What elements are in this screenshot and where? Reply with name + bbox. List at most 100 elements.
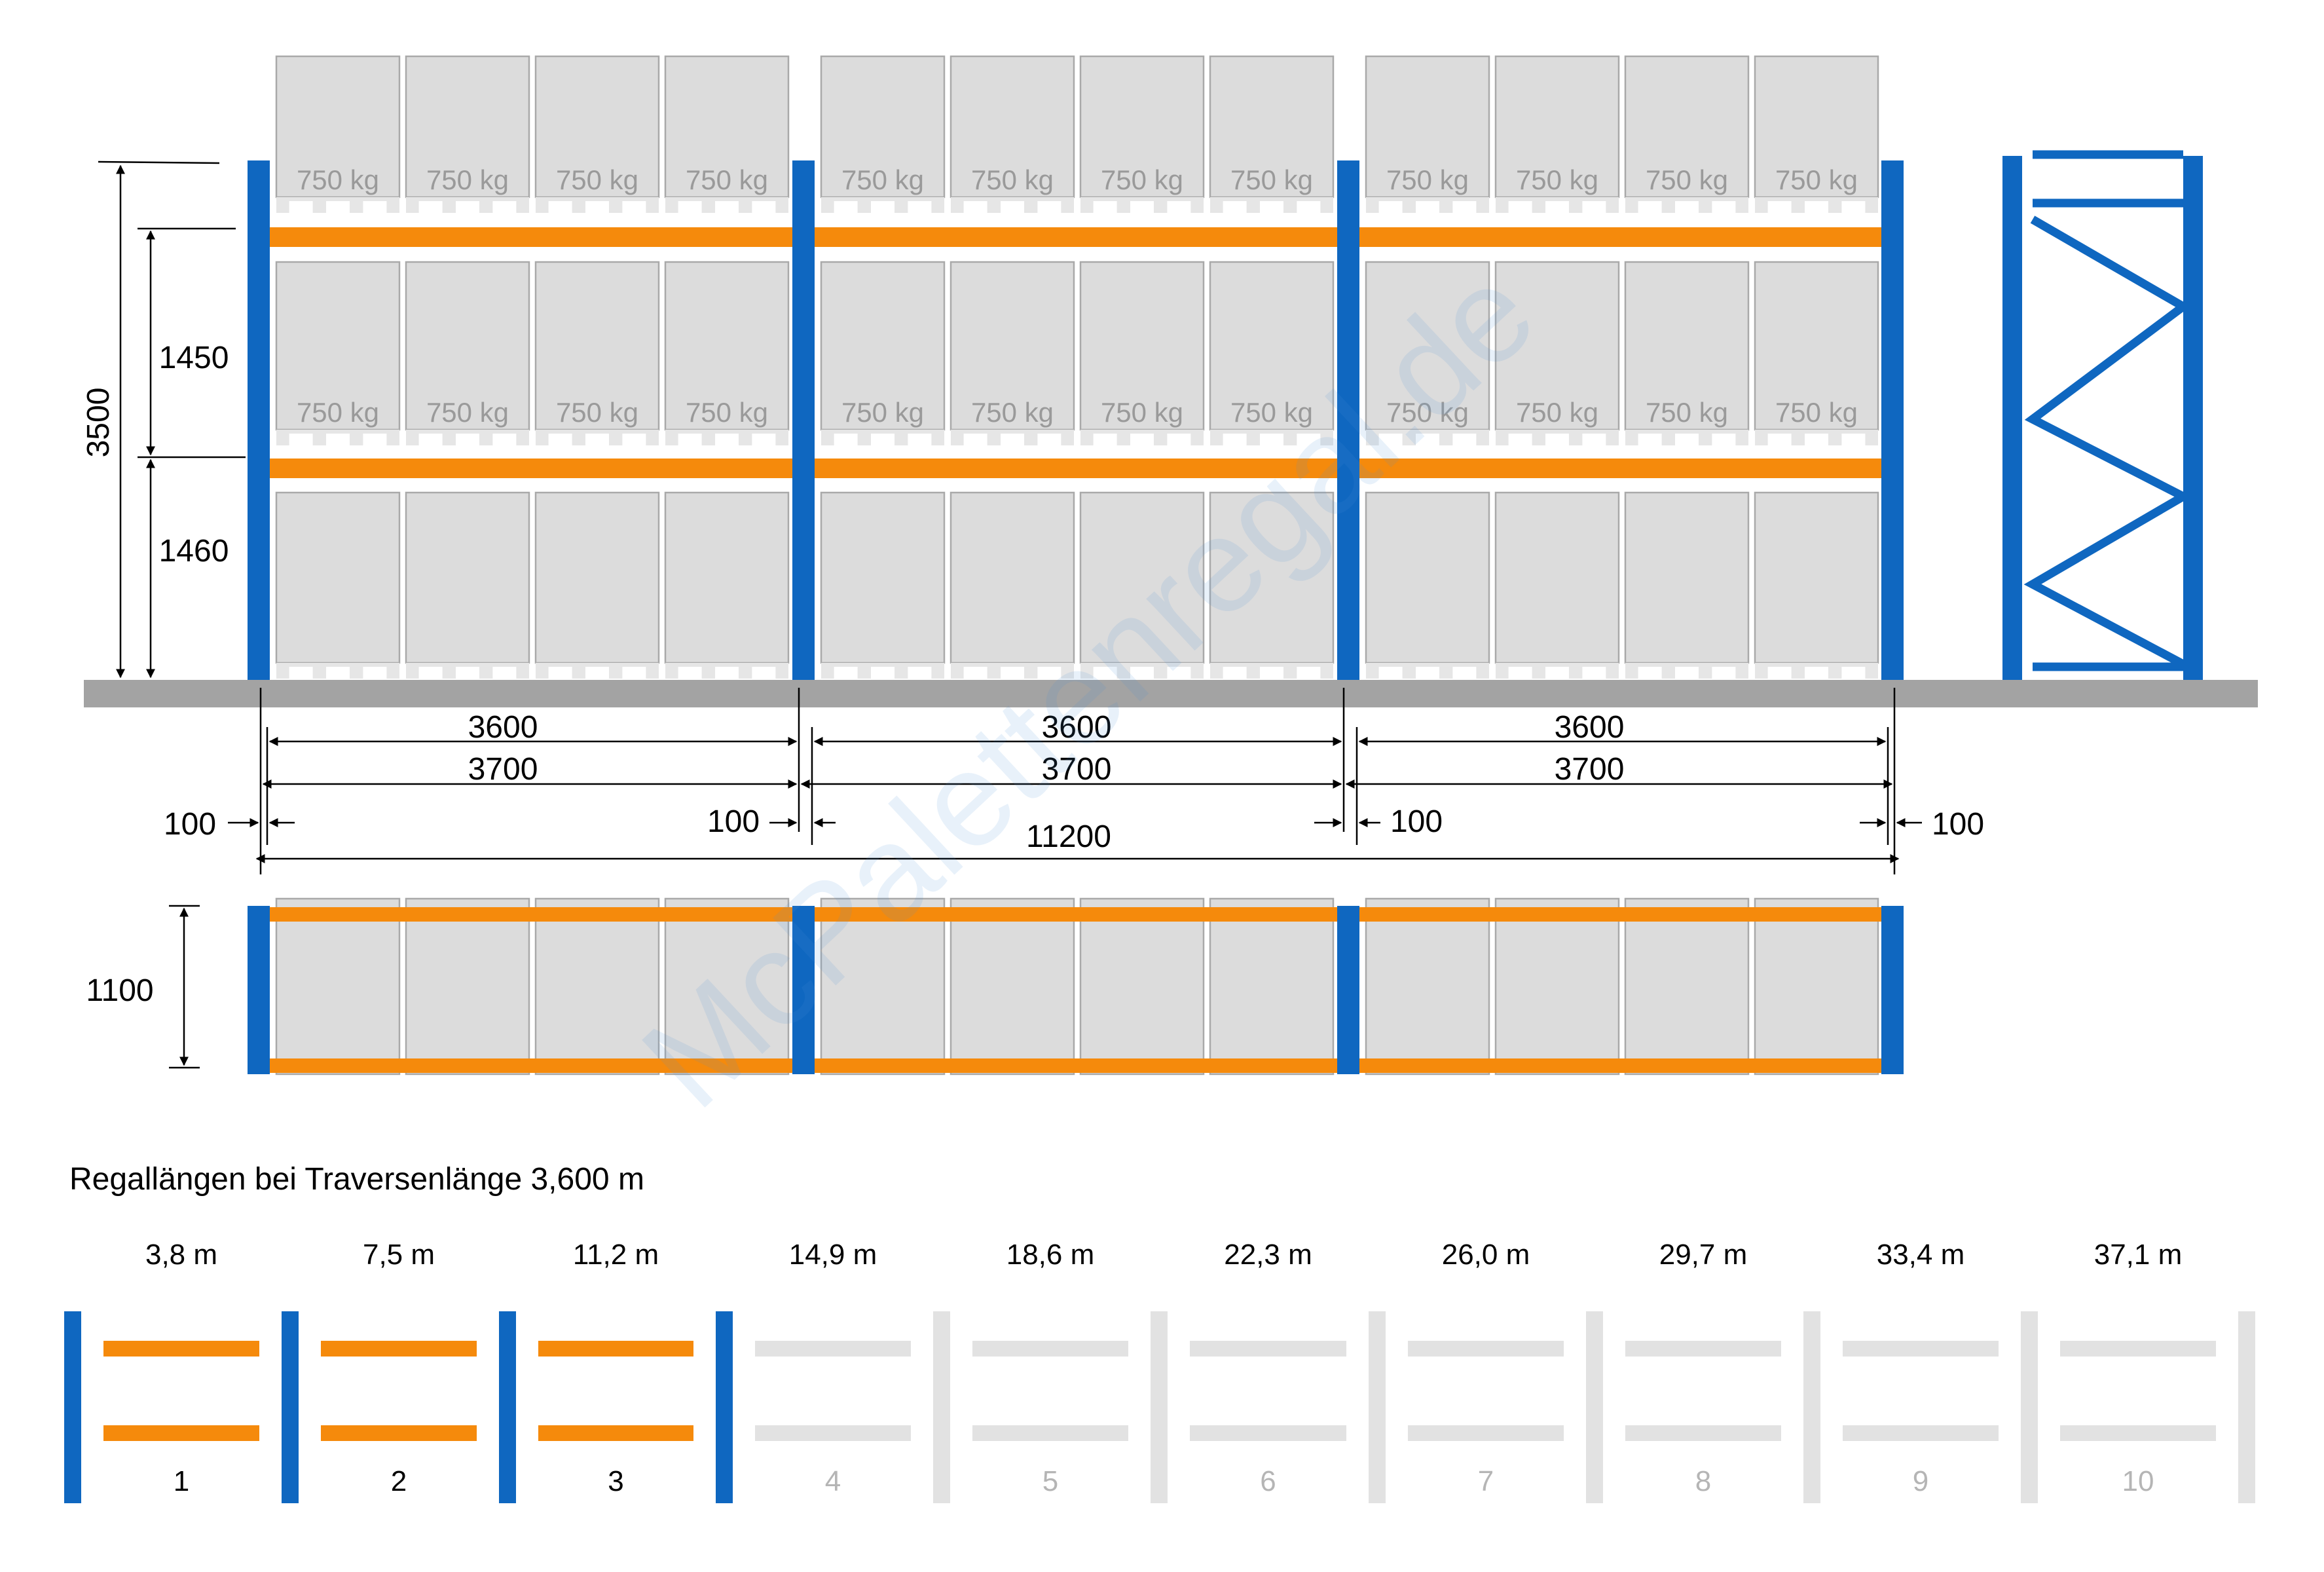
pallet-gap	[1130, 201, 1154, 213]
upright	[1881, 160, 1904, 680]
side-frame	[2023, 150, 2192, 671]
pallet-gap	[1508, 201, 1532, 213]
dim-beam-length-1: 3600	[468, 710, 538, 745]
pallet-gap	[715, 434, 739, 445]
pallet-box	[275, 491, 401, 664]
pallet-gap	[1297, 201, 1321, 213]
length-number: 3	[608, 1465, 623, 1497]
length-beam-bottom	[2060, 1425, 2216, 1441]
pallet-gap	[1001, 201, 1024, 213]
length-beam-bottom	[755, 1425, 911, 1441]
rack-top-view	[248, 897, 1904, 1076]
upright	[248, 160, 270, 680]
pallet-gap	[1037, 434, 1061, 445]
load-label: 750 kg	[1101, 397, 1183, 428]
pallet-box	[820, 491, 946, 664]
length-upright	[499, 1311, 516, 1503]
pallet-gap	[1582, 667, 1606, 679]
length-label: 7,5 m	[363, 1239, 435, 1271]
beam-lower	[270, 458, 796, 478]
load-label: 750 kg	[556, 164, 638, 195]
pallet-gap	[963, 667, 987, 679]
plan-upright	[248, 906, 270, 1074]
load-label: 750 kg	[556, 397, 638, 428]
load-label: 750 kg	[686, 397, 768, 428]
length-beam-top	[1625, 1341, 1781, 1357]
dim-depth: 1100	[86, 973, 153, 1008]
pallet-gap	[418, 201, 443, 213]
plan-upright	[1881, 906, 1904, 1074]
pallet-gap	[1452, 667, 1477, 679]
length-beam-top	[103, 1341, 259, 1357]
dim-level-lower: 1460	[159, 534, 229, 569]
plan-pallet	[1624, 897, 1750, 1076]
pallet-gap	[1223, 667, 1247, 679]
pallet-gap	[1767, 434, 1792, 445]
pallet-box	[664, 491, 790, 664]
pallet-gap	[1416, 667, 1439, 679]
dim-upright-width-1: 100	[164, 807, 216, 842]
length-beam-top	[755, 1341, 911, 1357]
length-upright	[716, 1311, 733, 1503]
pallet-gap	[1130, 434, 1154, 445]
pallet-gap	[585, 667, 609, 679]
pallet-gap	[326, 667, 350, 679]
pallet-gap	[908, 667, 932, 679]
pallet-gap	[678, 201, 702, 213]
pallets-group: 750 kg 750 kg 750 kg 750 kg 750 kg 750 kg 750 …	[275, 55, 1879, 679]
dim-bay-pitch-3: 3700	[1555, 752, 1625, 787]
beam-upper	[1359, 227, 1886, 247]
pallet-gap	[326, 434, 350, 445]
pallet-gap	[1841, 667, 1866, 679]
length-number: 5	[1042, 1465, 1058, 1497]
pallet-gap	[1805, 201, 1828, 213]
load-label: 750 kg	[841, 397, 924, 428]
pallet-box	[1365, 491, 1490, 664]
dim-upright-width-3: 100	[1390, 804, 1443, 839]
length-label: 14,9 m	[789, 1239, 877, 1271]
load-label: 750 kg	[426, 164, 509, 195]
pallet-gap	[1582, 201, 1606, 213]
depth-dimension	[169, 905, 200, 1069]
plan-pallet	[405, 897, 530, 1076]
dim-height-total: 3500	[81, 388, 116, 458]
load-label: 750 kg	[1101, 164, 1183, 195]
load-label: 750 kg	[841, 164, 924, 195]
plan-beam-front	[1359, 907, 1886, 922]
pallet-gap	[908, 201, 932, 213]
length-beam-top	[1843, 1341, 1999, 1357]
length-beam-bottom	[321, 1425, 477, 1441]
pallet-gap	[548, 434, 572, 445]
pallet-gap	[715, 201, 739, 213]
pallet-box	[1494, 491, 1620, 664]
pallet-gap	[1767, 201, 1792, 213]
pallet-box	[1624, 491, 1750, 664]
length-number: 9	[1913, 1465, 1928, 1497]
load-label: 750 kg	[1775, 397, 1858, 428]
pallet-gap	[1805, 434, 1828, 445]
length-beam-top	[538, 1341, 693, 1357]
pallet-gap	[585, 201, 609, 213]
pallet-gap	[1416, 201, 1439, 213]
pallet-gap	[1638, 434, 1662, 445]
pallet-gap	[1167, 434, 1191, 445]
length-beam-bottom	[1408, 1425, 1564, 1441]
pallet-gap	[289, 667, 313, 679]
pallet-gap	[492, 667, 517, 679]
plan-pallet	[1209, 897, 1335, 1076]
length-label: 11,2 m	[573, 1239, 659, 1271]
pallet-gap	[492, 201, 517, 213]
length-beam-bottom	[103, 1425, 259, 1441]
lengths-title: Regallängen bei Traversenlänge 3,600 m	[69, 1162, 644, 1197]
pallet-gap	[1638, 667, 1662, 679]
pallet-gap	[908, 434, 932, 445]
load-label: 750 kg	[1646, 164, 1728, 195]
height-dimensions	[98, 160, 246, 679]
dim-beam-length-3: 3600	[1555, 710, 1625, 745]
load-label: 750 kg	[971, 164, 1054, 195]
pallet-gap	[585, 434, 609, 445]
plan-pallet	[1365, 897, 1490, 1076]
pallet-gap	[1223, 201, 1247, 213]
beam-upper	[270, 227, 796, 247]
pallet-gap	[834, 434, 858, 445]
